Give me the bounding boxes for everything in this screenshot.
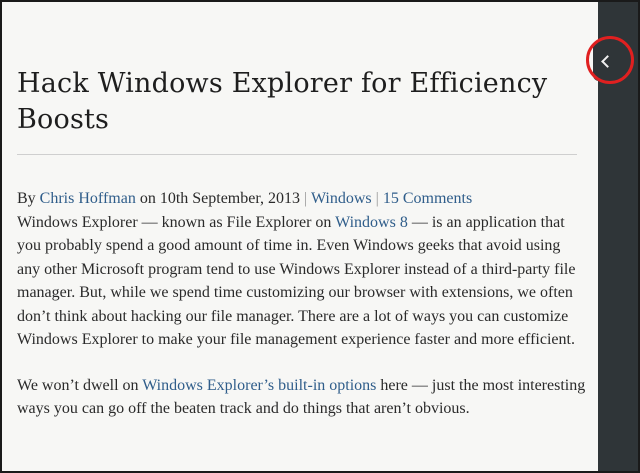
paragraph-1-text-b: — is an application that you probably sp… <box>17 213 576 349</box>
highlight-circle <box>586 36 634 84</box>
windows-8-link[interactable]: Windows 8 <box>335 214 408 231</box>
title-divider <box>17 154 577 155</box>
paragraph-2-text-a: We won’t dwell on <box>17 376 143 394</box>
byline-by: By <box>17 190 40 207</box>
category-link[interactable]: Windows <box>311 190 372 207</box>
byline: By Chris Hoffman on 10th September, 2013… <box>17 187 587 211</box>
paragraph-2: We won’t dwell on Windows Explorer’s bui… <box>17 374 587 421</box>
byline-separator: | <box>304 190 308 207</box>
byline-date: on 10th September, 2013 <box>135 190 305 207</box>
paragraph-1-text-a: Windows Explorer — known as File Explore… <box>17 213 336 231</box>
reader-window: Hack Windows Explorer for Efficiency Boo… <box>0 0 640 473</box>
comments-link[interactable]: 15 Comments <box>383 190 472 207</box>
article: Hack Windows Explorer for Efficiency Boo… <box>17 2 587 421</box>
byline-separator: | <box>371 190 383 207</box>
paragraph-1: Windows Explorer — known as File Explore… <box>17 211 587 352</box>
author-link[interactable]: Chris Hoffman <box>40 190 136 207</box>
builtin-options-link[interactable]: Windows Explorer’s built-in options <box>142 377 376 394</box>
article-title: Hack Windows Explorer for Efficiency Boo… <box>17 68 548 135</box>
